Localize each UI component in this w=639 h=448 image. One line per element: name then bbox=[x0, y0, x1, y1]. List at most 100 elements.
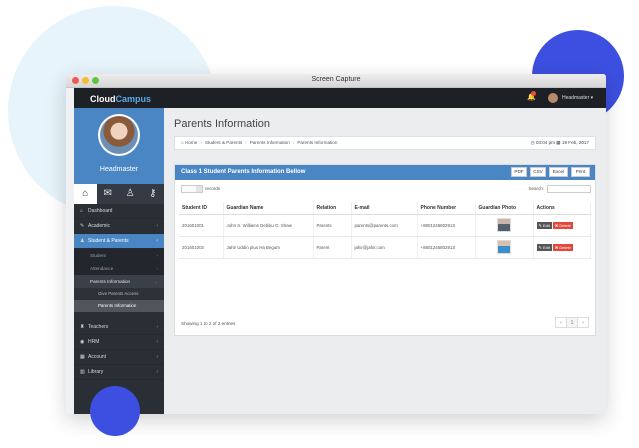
teachers-icon: ♜ bbox=[80, 324, 85, 330]
date-time: ◷ 03:04 pm ▦ 19 Feb, 2017 bbox=[531, 137, 589, 149]
export-excel-button[interactable]: Excel bbox=[549, 167, 568, 177]
table-search: Search: bbox=[528, 185, 591, 193]
notification-bell-icon[interactable]: 🔔 bbox=[527, 91, 536, 102]
date-label: 19 Feb, 2017 bbox=[561, 140, 589, 145]
sidebar-subsubitem-give-parents-access[interactable]: Give Parents Access bbox=[74, 288, 164, 300]
sidebar-subitem-student[interactable]: Student › bbox=[74, 249, 164, 262]
breadcrumb-parents-information[interactable]: Parents Information bbox=[250, 140, 290, 145]
column-header[interactable]: Guardian Photo bbox=[475, 202, 534, 215]
column-header[interactable]: Actions bbox=[533, 202, 591, 215]
panel-title: Class 1 Student Parents Information Bell… bbox=[181, 169, 306, 175]
sidebar-item-dashboard[interactable]: ⌂ Dashboard bbox=[74, 204, 164, 219]
sidebar-item-label: Account bbox=[88, 354, 107, 360]
guardian-photo bbox=[497, 217, 511, 232]
table-row: 201601001 John S. Williams Debiku O. Sha… bbox=[179, 214, 591, 237]
sidebar-menu: ⌂ Dashboard ✎ Academic › ♟ Student & Parents… bbox=[74, 204, 164, 380]
column-header[interactable]: Student ID bbox=[179, 202, 224, 215]
relation-cell: Parent bbox=[313, 236, 352, 259]
student-id-cell: 201601002 bbox=[179, 236, 224, 259]
records-label: records bbox=[205, 186, 221, 192]
edit-button[interactable]: ✎ Edit bbox=[536, 221, 552, 229]
parents-table: Student ID Guardian Name Relation E-mail… bbox=[179, 202, 591, 259]
column-header[interactable]: Guardian Name bbox=[223, 202, 314, 215]
delete-label: Delete bbox=[559, 244, 571, 250]
key-icon[interactable]: ⚷ bbox=[142, 184, 165, 204]
sidebar-subitem-label: Parents Information bbox=[90, 279, 131, 284]
email-cell: parents@parents.com bbox=[351, 214, 418, 237]
page-title: Parents Information bbox=[174, 118, 270, 130]
panel-header: Class 1 Student Parents Information Bell… bbox=[175, 165, 595, 180]
app-window: Screen Capture CloudCampus 🔔 Headmaster … bbox=[66, 74, 606, 414]
sidebar-subitem-label: Attendance bbox=[90, 266, 114, 271]
print-button[interactable]: Print bbox=[571, 167, 590, 177]
sidebar-item-academic[interactable]: ✎ Academic › bbox=[74, 219, 164, 234]
notification-badge bbox=[531, 91, 536, 96]
chevron-right-icon: › bbox=[156, 253, 158, 258]
breadcrumb-student-parents[interactable]: Student & Parents bbox=[205, 140, 242, 145]
column-header[interactable]: Relation bbox=[313, 202, 352, 215]
chevron-right-icon: › bbox=[156, 369, 158, 375]
edit-label: Edit bbox=[542, 244, 550, 250]
guardian-name-cell: John S. Williams Debiku O. Shaw bbox=[223, 214, 314, 237]
sidebar-subitem-attendance[interactable]: Attendance › bbox=[74, 262, 164, 275]
guardian-photo-cell bbox=[475, 214, 534, 237]
hrm-icon: ◉ bbox=[80, 339, 85, 345]
breadcrumb-current: Parents Information bbox=[297, 140, 338, 145]
table-header-row: Student ID Guardian Name Relation E-mail… bbox=[179, 202, 591, 215]
search-label: Search: bbox=[528, 186, 544, 192]
chevron-right-icon: › bbox=[156, 339, 158, 345]
chevron-right-icon: › bbox=[156, 266, 158, 271]
export-csv-button[interactable]: CSV bbox=[530, 167, 546, 177]
breadcrumb: ⌂ Home › Student & Parents › Parents Informa… bbox=[174, 136, 596, 150]
column-header[interactable]: Phone Number bbox=[417, 202, 476, 215]
sidebar-item-label: Teachers bbox=[88, 324, 109, 330]
mail-icon[interactable]: ✉ bbox=[97, 184, 120, 204]
export-pdf-button[interactable]: PDF bbox=[511, 167, 527, 177]
sidebar-item-hrm[interactable]: ◉ HRM › bbox=[74, 335, 164, 350]
profile-card: Headmaster bbox=[74, 108, 164, 184]
phone-cell: +880124580291S bbox=[417, 214, 476, 237]
next-page-button[interactable]: › bbox=[577, 317, 589, 328]
sidebar-item-library[interactable]: ▥ Library › bbox=[74, 365, 164, 380]
guardian-photo-cell bbox=[475, 236, 534, 259]
pagination: ‹ 1 › bbox=[555, 317, 589, 328]
academic-icon: ✎ bbox=[80, 223, 85, 229]
user-icon[interactable]: ♙ bbox=[119, 184, 142, 204]
chevron-right-icon: › bbox=[156, 223, 158, 229]
window-titlebar: Screen Capture bbox=[66, 74, 606, 88]
sidebar-item-label: Dashboard bbox=[88, 208, 113, 214]
chevron-down-icon: ⌄ bbox=[154, 279, 158, 284]
guardian-photo bbox=[497, 239, 511, 254]
breadcrumb-home[interactable]: Home bbox=[185, 140, 197, 145]
actions-cell: ✎ Edit ✖ Delete bbox=[533, 214, 591, 237]
sidebar-item-label: Library bbox=[88, 369, 104, 375]
guardian-name-cell: Jahir Uddin plus Ha Begum bbox=[223, 236, 314, 259]
parents-panel: Class 1 Student Parents Information Bell… bbox=[174, 164, 596, 336]
sidebar-item-student-parents[interactable]: ♟ Student & Parents ‹ bbox=[74, 234, 164, 249]
table-row: 201601002 Jahir Uddin plus Ha Begum Pare… bbox=[179, 236, 591, 259]
sidebar-item-account[interactable]: ▦ Account › bbox=[74, 350, 164, 365]
chevron-right-icon: › bbox=[156, 354, 158, 360]
top-navbar: CloudCampus 🔔 Headmaster ▾ bbox=[74, 88, 606, 108]
dashboard-icon: ⌂ bbox=[80, 208, 84, 214]
sidebar-item-label: Student & Parents bbox=[88, 238, 129, 244]
brand-logo[interactable]: CloudCampus bbox=[90, 94, 151, 104]
user-menu[interactable]: Headmaster ▾ bbox=[562, 95, 593, 101]
delete-button[interactable]: ✖ Delete bbox=[552, 243, 573, 251]
brand-cloud: Cloud bbox=[90, 94, 116, 104]
delete-button[interactable]: ✖ Delete bbox=[552, 221, 573, 229]
relation-cell: Parents bbox=[313, 214, 352, 237]
sidebar-item-teachers[interactable]: ♜ Teachers › bbox=[74, 320, 164, 335]
user-avatar[interactable] bbox=[548, 93, 558, 103]
search-input[interactable] bbox=[547, 185, 591, 193]
edit-label: Edit bbox=[542, 222, 550, 228]
library-icon: ▥ bbox=[80, 369, 85, 375]
home-icon[interactable]: ⌂ bbox=[74, 184, 97, 204]
sidebar-subitem-parents-information[interactable]: Parents Information ⌄ bbox=[74, 275, 164, 288]
records-select[interactable] bbox=[181, 185, 203, 193]
time-label: 03:04 pm bbox=[535, 140, 556, 145]
sidebar-subsubitem-parents-information[interactable]: Parents Information bbox=[74, 300, 164, 312]
column-header[interactable]: E-mail bbox=[351, 202, 418, 215]
edit-button[interactable]: ✎ Edit bbox=[536, 243, 552, 251]
window-title: Screen Capture bbox=[311, 76, 361, 83]
